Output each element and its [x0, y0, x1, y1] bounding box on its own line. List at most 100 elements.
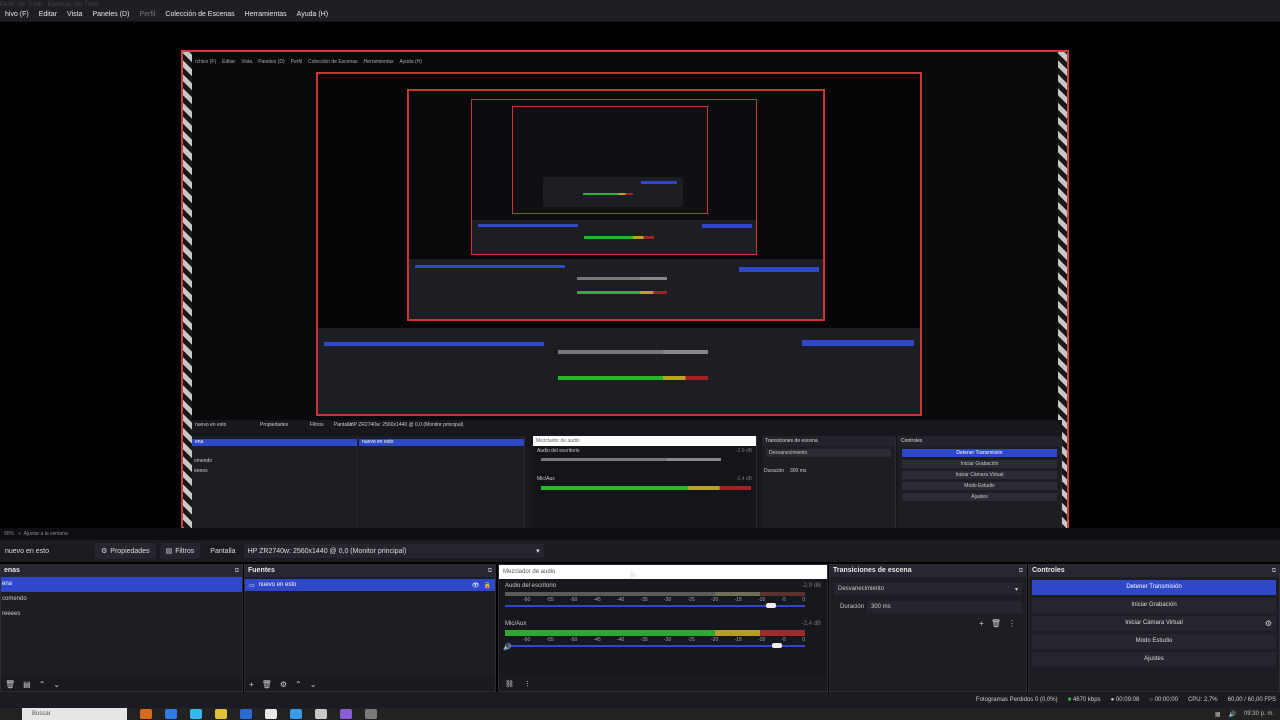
- meter-tick-label: -55: [546, 637, 554, 643]
- source-context-bar: nuevo en esto ⚙ Propiedades ▤ Filtros Pa…: [0, 540, 1280, 562]
- transitions-dock-header: Transiciones de escena ⧉: [830, 565, 1026, 577]
- taskbar-app-icon[interactable]: [290, 709, 302, 719]
- studio-mode-button[interactable]: Modo Estudio: [1032, 634, 1276, 649]
- scene-item[interactable]: ena: [1, 577, 242, 592]
- bitrate: ■ 4670 kbps: [1067, 697, 1101, 703]
- taskbar-app-icon[interactable]: [140, 709, 152, 719]
- meter-tick-label: -15: [734, 597, 742, 603]
- delete-icon[interactable]: 🗑: [5, 680, 15, 689]
- taskbar-search[interactable]: Buscar: [22, 708, 127, 720]
- dock-float-icon[interactable]: ⧉: [1272, 565, 1276, 577]
- network-icon[interactable]: ▦: [1215, 711, 1221, 718]
- scene-item[interactable]: comendo: [1, 592, 242, 607]
- move-down-icon[interactable]: ⌄: [53, 680, 60, 689]
- add-icon[interactable]: +: [979, 619, 984, 628]
- start-recording-button[interactable]: Iniciar Grabación: [1032, 598, 1276, 613]
- scenes-dock-header: enas ⧉: [1, 565, 242, 577]
- nested-obs-docks: nuevo en esto Propiedades Filtros Pantal…: [192, 420, 1062, 538]
- controls-dock: Controles ⧉ Detener Transmisión Iniciar …: [1028, 564, 1280, 692]
- taskbar-app-icon[interactable]: [240, 709, 252, 719]
- link-icon[interactable]: ⛓: [505, 680, 514, 688]
- nested-menu-bar: rchivo (F) Editar Vista Paneles (D) Perfil Co…: [195, 59, 422, 65]
- meter-tick-label: -15: [734, 637, 742, 643]
- monitor-icon: ▭: [249, 582, 255, 589]
- cpu-usage: CPU: 2,7%: [1187, 697, 1218, 703]
- display-select[interactable]: HP ZR2740w: 2560x1440 @ 0,0 (Monitor pri…: [243, 544, 544, 558]
- move-up-icon[interactable]: ⌃: [39, 680, 46, 689]
- chevron-down-icon: ▾: [1014, 586, 1018, 593]
- transition-select[interactable]: Desvanecimiento ▾: [834, 583, 1022, 595]
- source-item[interactable]: ▭ nuevo en esto 👁 🔒: [245, 579, 495, 591]
- properties-button[interactable]: ⚙ Propiedades: [95, 543, 156, 559]
- stream-time: ● 00:09:08: [1110, 697, 1140, 703]
- meter-tick-label: -55: [546, 597, 554, 603]
- delete-icon[interactable]: 🗑: [991, 619, 1001, 628]
- add-icon[interactable]: +: [249, 680, 254, 689]
- filters-button[interactable]: ▤ Filtros: [159, 543, 201, 559]
- nested-capture-frame-4: [471, 99, 757, 255]
- meter-ticks: -60 -55 -50 -45 -40 -35 -30 -25 -20 -15 -10 -5 0: [505, 597, 805, 603]
- meter-tick-label: 0: [802, 637, 805, 643]
- window-title: Perfil: Sin Título - Escenas: Sin Título: [0, 2, 100, 8]
- taskbar-app-icon[interactable]: [340, 709, 352, 719]
- start-virtual-camera-button[interactable]: Iniciar Cámara Virtual ⚙: [1032, 616, 1276, 631]
- clock[interactable]: 09:30 p. m.: [1244, 711, 1274, 718]
- move-up-icon[interactable]: ⌃: [295, 680, 302, 689]
- meter-tick-label: -30: [664, 637, 672, 643]
- delete-icon[interactable]: 🗑: [262, 680, 272, 689]
- gear-icon[interactable]: ⚙: [280, 680, 287, 689]
- speaker-icon[interactable]: 🔊: [503, 643, 512, 651]
- filter-icon[interactable]: ▤: [23, 680, 31, 689]
- scene-item[interactable]: reeees: [1, 607, 242, 622]
- volume-slider[interactable]: [505, 603, 805, 608]
- sources-dock-header: Fuentes ⧉: [245, 565, 495, 577]
- recording-time: ○ 00:00:00: [1149, 697, 1178, 703]
- meter-tick-label: -60: [523, 637, 531, 643]
- volume-slider[interactable]: [505, 643, 805, 648]
- filter-icon: ▤: [165, 548, 173, 555]
- taskbar-app-icon[interactable]: [215, 709, 227, 719]
- audio-track-desktop: Audio del escritorio -2,9 dB -60 -55 -50 -4…: [499, 579, 827, 617]
- meter-tick-label: -10: [758, 637, 766, 643]
- meter-tick-label: -45: [593, 597, 601, 603]
- system-tray: ▦ 🔊 09:30 p. m.: [1215, 711, 1280, 718]
- nested-capture-frame: rchivo (F) Editar Vista Paneles (D) Perfil Co…: [181, 50, 1069, 550]
- duration-input[interactable]: 300 ms: [867, 601, 1022, 613]
- more-options-icon[interactable]: ⋮: [1008, 619, 1016, 628]
- taskbar-app-icon[interactable]: [165, 709, 177, 719]
- dock-float-icon[interactable]: ⧉: [1019, 565, 1023, 577]
- taskbar-app-icon[interactable]: [315, 709, 327, 719]
- preview-canvas[interactable]: rchivo (F) Editar Vista Paneles (D) Perfil Co…: [0, 22, 1280, 550]
- track-db: -2,9 dB: [801, 583, 821, 589]
- menu-bar: Perfil: Sin Título - Escenas: Sin Título…: [0, 0, 1280, 22]
- zoom-fit-button[interactable]: Ajustar a la ventana: [24, 531, 68, 537]
- signal-icon: ■: [1067, 697, 1072, 703]
- track-name: Audio del escritorio: [505, 583, 557, 589]
- scene-transitions-dock: Transiciones de escena ⧉ Desvanecimiento…: [829, 564, 1027, 692]
- move-down-icon[interactable]: ⌄: [310, 680, 317, 689]
- controls-dock-header: Controles ⧉: [1029, 565, 1279, 577]
- volume-meter: [505, 592, 805, 596]
- gear-icon[interactable]: ⚙: [1265, 616, 1272, 631]
- hazard-stripe-left: [183, 52, 192, 548]
- dock-float-icon[interactable]: ⧉: [235, 565, 239, 577]
- duration-row: Duración 300 ms: [830, 601, 1022, 613]
- scenes-dock: enas ⧉ ena comendo reeees 🗑 ▤ ⌃ ⌄: [0, 564, 243, 692]
- scenes-toolbar: 🗑 ▤ ⌃ ⌄: [1, 677, 242, 691]
- meter-tick-label: -25: [687, 637, 695, 643]
- taskbar-app-icon[interactable]: [365, 709, 377, 719]
- audio-mixer-header: Mezclador de audio: [499, 565, 827, 579]
- volume-icon[interactable]: 🔊: [1228, 711, 1235, 718]
- stop-streaming-button[interactable]: Detener Transmisión: [1032, 580, 1276, 595]
- taskbar-app-icon[interactable]: [190, 709, 202, 719]
- dock-float-icon[interactable]: ⧉: [488, 565, 492, 577]
- taskbar: Buscar ▦ 🔊 09:30 p. m.: [0, 708, 1280, 720]
- settings-button[interactable]: Ajustes: [1032, 652, 1276, 667]
- lock-icon[interactable]: 🔒: [484, 582, 491, 589]
- chevron-down-icon: ▾: [536, 548, 540, 555]
- eye-icon[interactable]: 👁: [472, 582, 480, 589]
- slider-knob[interactable]: [766, 603, 776, 608]
- slider-knob[interactable]: [771, 643, 782, 648]
- taskbar-app-icon[interactable]: [265, 709, 277, 719]
- more-options-icon[interactable]: ⋮: [524, 680, 531, 688]
